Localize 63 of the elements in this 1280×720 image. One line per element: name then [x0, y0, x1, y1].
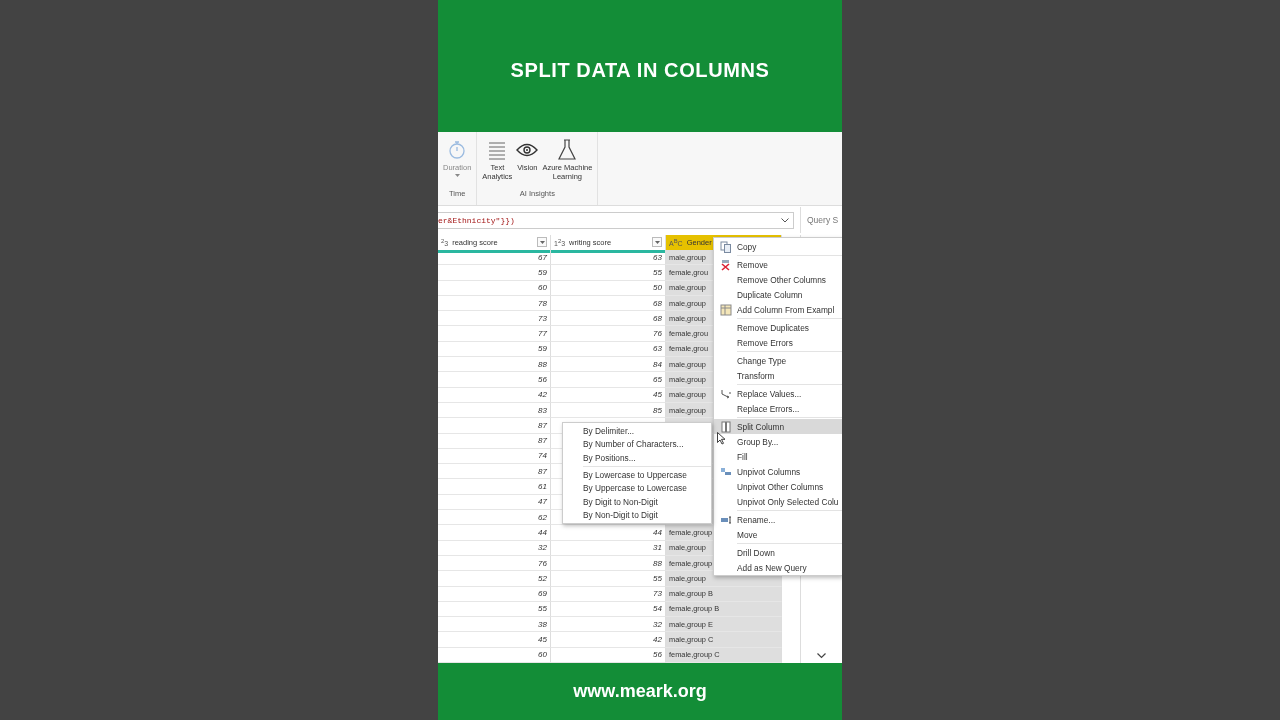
formula-field[interactable]: er&Ethnicity"}})	[438, 211, 794, 229]
table-cell: 87	[438, 433, 551, 449]
unpivot-icon	[719, 466, 732, 477]
dropdown-caret-icon	[454, 174, 460, 177]
scroll-down-icon[interactable]	[817, 653, 826, 659]
caret-icon	[654, 240, 660, 244]
table-cell: 78	[438, 295, 551, 312]
table-cell: 55	[438, 601, 551, 618]
table-cell: 52	[438, 571, 551, 587]
table-cell: 42	[438, 387, 551, 403]
table-cell: 62	[438, 510, 551, 526]
table-cell: 73	[551, 586, 666, 602]
website-url: www.meark.org	[573, 681, 707, 702]
eye-icon	[516, 143, 539, 157]
caret-icon	[539, 240, 545, 244]
submenu-item[interactable]: By Digit to Non-Digit	[563, 494, 711, 509]
table-cell: 69	[438, 586, 551, 602]
submenu-item[interactable]: By Uppercase to Lowercase	[563, 481, 711, 495]
menu-item[interactable]: Unpivot Only Selected Colu	[714, 494, 842, 509]
table-cell: 76	[438, 555, 551, 572]
table-cell: 32	[438, 540, 551, 556]
text-lines-icon	[487, 140, 508, 160]
table-cell: 67	[438, 250, 551, 266]
table-cell: 44	[438, 525, 551, 541]
table-cell: 74	[438, 448, 551, 465]
menu-item[interactable]: Unpivot Other Columns	[714, 479, 842, 494]
filter-button[interactable]	[652, 237, 662, 248]
table-cell: 38	[438, 617, 551, 633]
submenu-item[interactable]: By Positions...	[563, 451, 711, 465]
table-cell: 59	[438, 265, 551, 281]
remove-icon	[720, 258, 731, 271]
table-cell: 73	[438, 311, 551, 327]
submenu-item[interactable]: By Non-Digit to Digit	[563, 508, 711, 523]
filter-button[interactable]	[537, 237, 547, 248]
table-cell: 87	[438, 464, 551, 480]
submenu-item[interactable]: By Number of Characters...	[563, 437, 711, 452]
table-cell: 50	[551, 280, 666, 296]
table-cell: 45	[438, 632, 551, 648]
table-cell: 83	[438, 402, 551, 419]
table-icon	[719, 303, 732, 316]
table-cell: 60	[438, 280, 551, 296]
flask-icon	[557, 139, 578, 161]
table-cell: 56	[438, 372, 551, 388]
table-cell: 31	[551, 540, 666, 556]
table-cell: 59	[438, 341, 551, 358]
copy-icon	[719, 240, 732, 253]
table-cell: 77	[438, 326, 551, 342]
table-cell: 87	[438, 418, 551, 434]
split-column-icon	[719, 420, 732, 433]
menu-item[interactable]: Split Column	[714, 419, 842, 434]
menu-item[interactable]: Group By...	[714, 434, 842, 449]
chevron-down-icon	[781, 217, 789, 223]
table-cell: 61	[438, 479, 551, 495]
submenu-item[interactable]: By Lowercase to Uppercase	[563, 467, 711, 482]
video-title: SPLIT DATA IN COLUMNS	[510, 58, 770, 82]
table-cell: 47	[438, 494, 551, 511]
table-cell: 45	[551, 387, 666, 403]
submenu-item[interactable]: By Delimiter...	[563, 424, 711, 438]
stopwatch-icon	[448, 140, 467, 160]
replace-values-icon	[719, 387, 732, 400]
menu-item[interactable]: Fill	[714, 449, 842, 464]
table-cell: 88	[438, 357, 551, 373]
menu-item[interactable]: Unpivot Columns	[714, 464, 842, 479]
